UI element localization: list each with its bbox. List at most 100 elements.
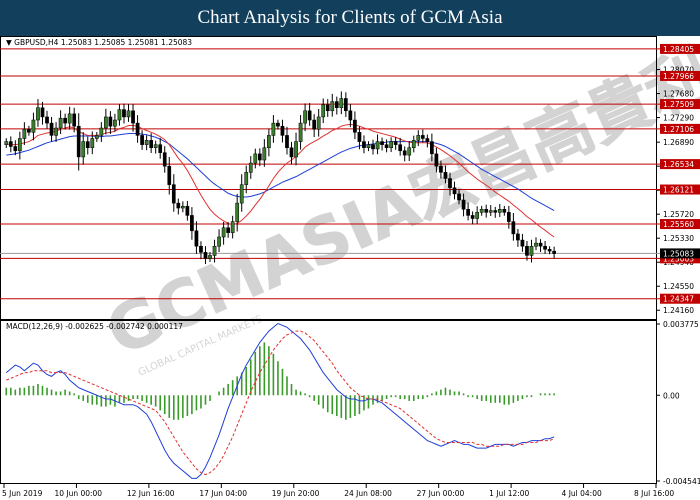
price-tick-label: 1.25720 xyxy=(663,210,694,219)
candle-body xyxy=(113,119,117,127)
candle-body xyxy=(235,202,240,222)
candle-body xyxy=(330,101,335,112)
candle-body xyxy=(276,122,280,127)
level-label: 1.24347 xyxy=(663,295,694,304)
candle-body xyxy=(366,144,371,148)
candle-body xyxy=(343,98,348,112)
candle-body xyxy=(253,153,258,164)
candle-body xyxy=(334,101,339,108)
candle-body xyxy=(140,135,144,145)
candle-body xyxy=(307,110,312,121)
price-tick-label: 1.26890 xyxy=(663,138,694,147)
macd-tick-label: 0.00 xyxy=(663,391,680,400)
candle-body xyxy=(353,119,357,133)
candle-body xyxy=(158,144,163,153)
x-tick-label: 19 Jun 20:00 xyxy=(272,489,320,498)
candle-body xyxy=(470,215,475,219)
candle-body xyxy=(262,147,267,161)
candle-body xyxy=(176,202,181,209)
candle-body xyxy=(294,141,298,158)
price-tick-label: 1.27290 xyxy=(663,114,694,123)
macd-tick-label: 0.003775 xyxy=(663,320,699,329)
header-title: Chart Analysis for Clients of GCM Asia xyxy=(197,7,503,28)
candle-body xyxy=(461,199,466,210)
candle-body xyxy=(27,129,31,133)
candle-body xyxy=(104,116,108,129)
candle-body xyxy=(547,249,552,252)
candle-body xyxy=(108,116,113,127)
candle-body xyxy=(384,144,389,148)
candle-body xyxy=(81,141,86,158)
candle-body xyxy=(362,141,366,148)
candle-body xyxy=(8,141,13,147)
price-tick-label: 1.24160 xyxy=(663,306,694,315)
candle-body xyxy=(31,119,36,133)
candle-body xyxy=(493,210,498,213)
candle-body xyxy=(538,242,543,247)
level-label: 1.25560 xyxy=(663,220,694,229)
candle-body xyxy=(380,141,384,145)
candle-body xyxy=(226,227,230,233)
candle-body xyxy=(76,125,81,158)
candle-body xyxy=(516,233,520,241)
candle-body xyxy=(13,146,18,152)
candle-body xyxy=(289,147,294,158)
candle-body xyxy=(99,127,104,136)
candle-body xyxy=(4,141,9,145)
level-label: 1.27966 xyxy=(663,72,694,81)
candle-body xyxy=(488,210,493,213)
candle-body xyxy=(45,116,49,124)
x-tick-label: 27 Jun 00:00 xyxy=(417,489,465,498)
candle-body xyxy=(90,138,95,148)
candle-body xyxy=(280,125,285,136)
current-price-label: 1.25083 xyxy=(663,249,694,258)
candle-body xyxy=(434,153,439,167)
candle-body xyxy=(22,129,27,139)
candle-body xyxy=(267,135,271,148)
candle-body xyxy=(357,132,362,142)
candle-body xyxy=(321,104,326,118)
level-label: 1.27509 xyxy=(663,100,694,109)
candle-body xyxy=(257,153,262,161)
candle-body xyxy=(298,122,303,142)
candle-body xyxy=(457,193,461,201)
candle-body xyxy=(217,236,221,247)
candle-body xyxy=(67,113,72,124)
candle-body xyxy=(448,178,452,188)
price-tick-label: 1.27680 xyxy=(663,90,694,99)
chart-canvas: GCMASIA宏昌高貴利 GLOBAL CAPITAL MARKETS 1.28… xyxy=(0,36,700,500)
chart-info: ▼ GBPUSD,H4 1.25083 1.25085 1.25081 1.25… xyxy=(6,38,192,47)
candle-body xyxy=(199,245,203,253)
candle-body xyxy=(479,209,484,213)
x-tick-label: 10 Jun 00:00 xyxy=(54,489,102,498)
candle-body xyxy=(416,135,421,141)
candle-body xyxy=(40,107,45,118)
x-tick-label: 8 Jul 16:00 xyxy=(634,489,674,498)
x-tick-label: 5 Jun 2019 xyxy=(2,489,43,498)
candle-body xyxy=(325,104,330,112)
candle-body xyxy=(230,221,235,233)
candle-body xyxy=(525,245,529,256)
candle-body xyxy=(439,165,443,173)
candle-body xyxy=(208,255,212,259)
candle-body xyxy=(393,141,398,145)
candle-body xyxy=(117,109,122,121)
candle-body xyxy=(85,141,90,148)
candle-body xyxy=(63,117,67,124)
candle-body xyxy=(54,127,58,136)
candle-body xyxy=(371,144,375,150)
chart-header: Chart Analysis for Clients of GCM Asia xyxy=(0,0,700,36)
candle-body xyxy=(466,209,470,216)
candle-body xyxy=(348,110,353,121)
candle-body xyxy=(212,245,217,256)
candle-body xyxy=(144,140,149,145)
price-tick-label: 1.25330 xyxy=(663,234,694,243)
level-label: 1.27106 xyxy=(663,125,694,134)
candle-body xyxy=(36,107,40,121)
candle-body xyxy=(430,141,434,155)
candle-body xyxy=(171,184,176,204)
candle-body xyxy=(17,138,22,152)
candle-body xyxy=(339,98,344,108)
candle-body xyxy=(420,135,425,139)
candle-body xyxy=(190,215,194,232)
